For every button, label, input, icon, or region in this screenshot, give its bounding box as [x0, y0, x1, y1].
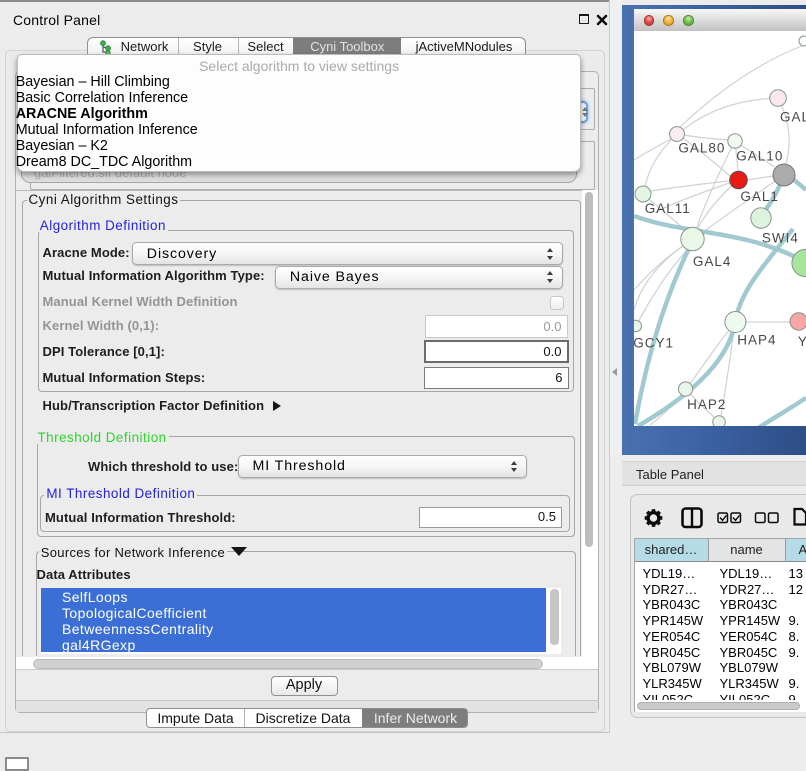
- svg-text:GAL11: GAL11: [645, 201, 691, 216]
- svg-text:HAP2: HAP2: [687, 397, 726, 412]
- svg-text:GCY1: GCY1: [634, 335, 674, 350]
- svg-text:Y: Y: [798, 334, 806, 349]
- svg-text:GAL80: GAL80: [678, 141, 725, 156]
- svg-text:HAP4: HAP4: [737, 333, 776, 348]
- svg-text:SWI4: SWI4: [762, 230, 799, 245]
- svg-text:GAL10: GAL10: [736, 149, 783, 164]
- svg-text:GAL1: GAL1: [740, 189, 779, 204]
- svg-text:GAL4: GAL4: [693, 254, 732, 269]
- svg-text:GAL: GAL: [780, 110, 806, 125]
